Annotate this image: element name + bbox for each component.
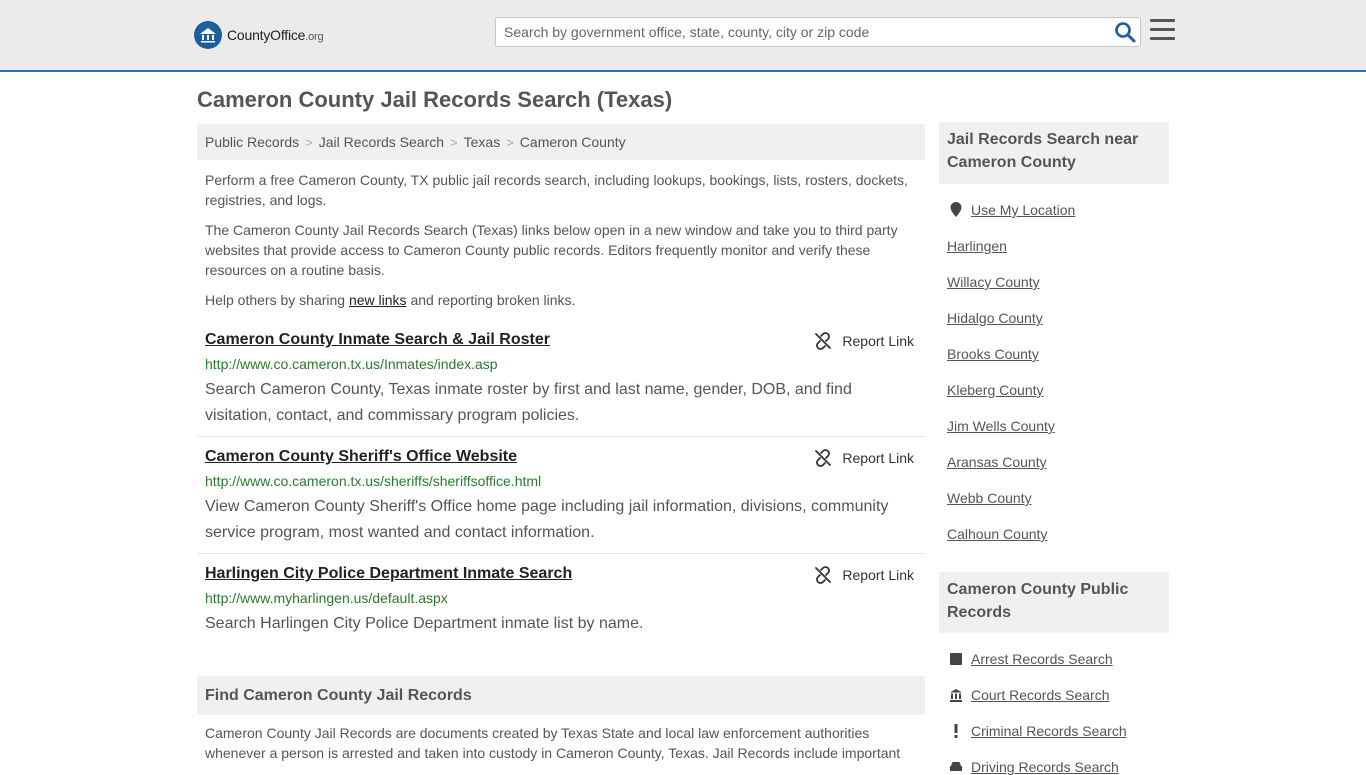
driving-records-search-link[interactable]: Driving Records Search [971,759,1119,775]
broken-link-icon [815,449,832,467]
share-paragraph: Help others by sharing new links and rep… [205,290,915,310]
report-link-label: Report Link [842,333,914,349]
nearby-link-jim-wells-county[interactable]: Jim Wells County [947,418,1055,434]
result-url: http://www.co.cameron.tx.us/Inmates/inde… [205,356,498,372]
result-title-link[interactable]: Cameron County Inmate Search & Jail Rost… [205,331,550,349]
report-link-button[interactable]: Report Link [814,449,914,467]
exclamation-icon [949,724,963,738]
logo-emblem-icon [194,21,222,49]
report-link-button[interactable]: Report Link [814,332,914,350]
nearby-link-brooks-county[interactable]: Brooks County [947,346,1039,362]
report-link-button[interactable]: Report Link [814,566,914,584]
result-title-link[interactable]: Harlingen City Police Department Inmate … [205,565,572,583]
new-links-link[interactable]: new links [349,292,407,308]
courthouse-icon [949,688,963,702]
logo-tld: .org [305,31,324,43]
use-my-location-link[interactable]: Use My Location [971,202,1075,218]
divider [197,436,925,437]
nearby-link-harlingen[interactable]: Harlingen [947,238,1007,254]
square-icon [949,652,963,666]
car-icon [949,760,963,774]
nearby-link-aransas-county[interactable]: Aransas County [947,454,1047,470]
report-link-label: Report Link [842,567,914,583]
nearby-link-hidalgo-county[interactable]: Hidalgo County [947,310,1043,326]
broken-link-icon [815,332,832,350]
site-logo[interactable]: CountyOffice.org [194,20,324,50]
result-url: http://www.co.cameron.tx.us/sheriffs/she… [205,473,542,489]
nearby-link-willacy-county[interactable]: Willacy County [947,274,1040,290]
share-text-after: and reporting broken links. [406,292,576,308]
criminal-records-search-link[interactable]: Criminal Records Search [971,723,1127,739]
breadcrumb-texas[interactable]: Texas [464,134,501,150]
nearby-link-webb-county[interactable]: Webb County [947,490,1032,506]
breadcrumb-separator-icon: > [450,134,458,150]
breadcrumb-cameron-county[interactable]: Cameron County [520,134,626,150]
breadcrumb-jail-records-search[interactable]: Jail Records Search [319,134,444,150]
find-section-text: Cameron County Jail Records are document… [205,725,901,761]
arrest-records-search-link[interactable]: Arrest Records Search [971,651,1113,667]
nearby-heading: Jail Records Search near Cameron County [939,122,1169,184]
page-title: Cameron County Jail Records Search (Texa… [197,87,673,112]
result-title-link[interactable]: Cameron County Sheriff's Office Website [205,448,517,466]
public-records-heading: Cameron County Public Records [939,572,1169,633]
hamburger-menu-icon[interactable] [1150,19,1175,41]
breadcrumb-separator-icon: > [305,134,313,150]
divider [197,553,925,554]
nearby-link-calhoun-county[interactable]: Calhoun County [947,526,1047,542]
site-header: CountyOffice.org [0,0,1366,72]
broken-link-icon [815,566,832,584]
nearby-link-kleberg-county[interactable]: Kleberg County [947,382,1044,398]
share-text-before: Help others by sharing [205,292,349,308]
search-input[interactable] [496,18,1112,46]
search-bar [495,17,1141,47]
breadcrumb-separator-icon: > [506,134,514,150]
intro-paragraph: Perform a free Cameron County, TX public… [205,172,908,208]
search-icon[interactable] [1114,21,1136,43]
logo-text: CountyOffice.org [227,27,324,43]
disclaimer-paragraph: The Cameron County Jail Records Search (… [205,222,898,278]
logo-brand: CountyOffice [227,27,306,43]
find-section-heading: Find Cameron County Jail Records [197,676,925,715]
result-description: Search Harlingen City Police Department … [205,615,644,632]
result-description: View Cameron County Sheriff's Office hom… [205,498,889,541]
breadcrumb: Public Records > Jail Records Search > T… [197,124,925,160]
result-description: Search Cameron County, Texas inmate rost… [205,381,852,424]
court-records-search-link[interactable]: Court Records Search [971,687,1110,703]
result-url: http://www.myharlingen.us/default.aspx [205,590,448,606]
breadcrumb-public-records[interactable]: Public Records [205,134,299,150]
map-pin-icon [949,201,963,217]
report-link-label: Report Link [842,450,914,466]
